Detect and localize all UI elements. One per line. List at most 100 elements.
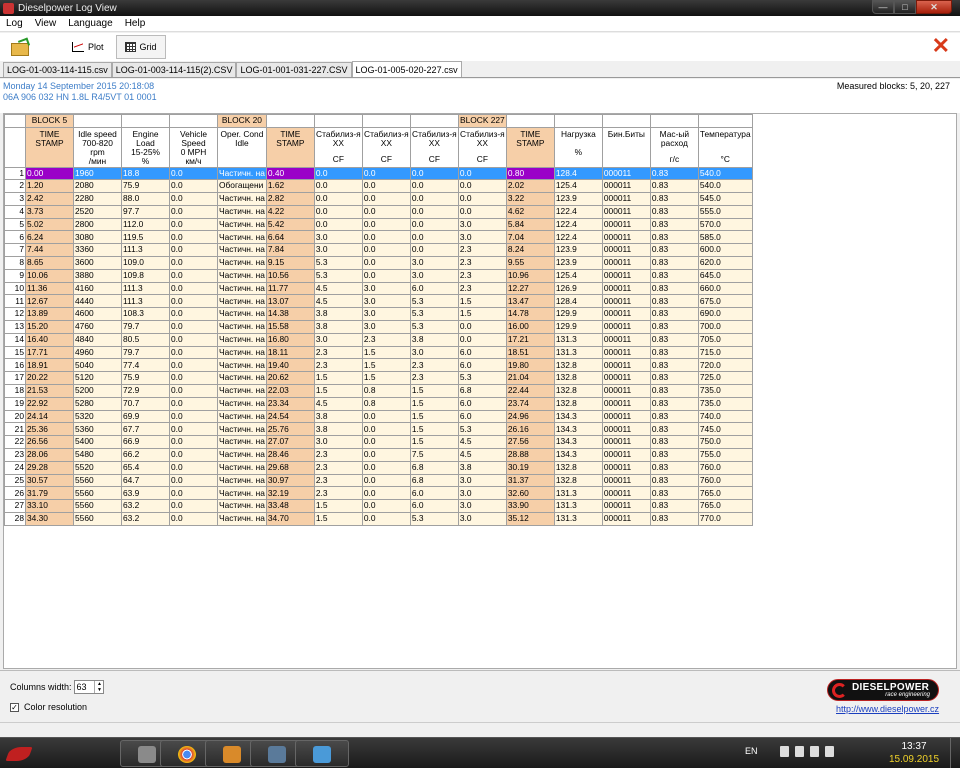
data-cell[interactable]: 1.5 [361,371,411,386]
row-number[interactable]: 12 [4,307,26,322]
data-cell[interactable]: 0.83 [649,179,699,194]
data-cell[interactable]: 000011 [601,345,651,360]
timestamp-cell[interactable]: 13.89 [25,307,74,322]
color-resolution-checkbox[interactable]: ✓ Color resolution [10,702,87,712]
timestamp-cell[interactable]: 29.28 [25,460,74,475]
data-cell[interactable]: 0.0 [409,243,459,258]
data-cell[interactable]: 125.4 [553,268,603,283]
data-cell[interactable]: 3.0 [361,281,411,296]
data-cell[interactable]: 3.8 [313,409,363,424]
column-header[interactable]: Vehicle Speed 0 MPH км/ч [169,126,218,168]
data-cell[interactable]: 0.0 [361,192,411,206]
data-cell[interactable]: 0.0 [457,320,507,334]
timestamp-cell[interactable]: 15.58 [265,320,315,334]
data-cell[interactable]: 131.3 [553,486,603,501]
data-cell[interactable]: 0.0 [169,371,218,386]
data-cell[interactable]: 67.7 [121,422,170,437]
tray-volume-icon[interactable] [825,746,834,757]
data-cell[interactable]: 000011 [601,230,651,245]
data-cell[interactable]: 0.0 [361,422,411,437]
column-header[interactable]: Стабилиз-я XX CF [457,126,507,168]
data-cell[interactable]: 2.3 [313,473,363,488]
data-cell[interactable]: 131.3 [553,512,603,526]
timestamp-cell[interactable]: 9.15 [265,256,315,270]
timestamp-cell[interactable]: 6.24 [25,230,74,245]
timestamp-cell[interactable]: 5.02 [25,217,74,232]
data-cell[interactable]: 6.0 [457,345,507,360]
data-cell[interactable]: 66.2 [121,448,170,462]
data-cell[interactable]: 2800 [73,217,122,232]
data-cell[interactable]: 5.3 [409,320,459,334]
data-cell[interactable]: 0.0 [313,204,363,219]
row-number[interactable]: 22 [4,435,26,450]
data-cell[interactable]: 000011 [601,268,651,283]
data-cell[interactable]: 0.0 [313,217,363,232]
data-cell[interactable]: 760.0 [697,473,753,488]
timestamp-cell[interactable]: 4.62 [505,204,555,219]
timestamp-cell[interactable]: 19.80 [505,358,555,373]
data-cell[interactable]: 000011 [601,204,651,219]
timestamp-cell[interactable]: 1.20 [25,179,74,194]
timestamp-cell[interactable]: 12.27 [505,281,555,296]
data-cell[interactable]: 000011 [601,384,651,398]
data-cell[interactable]: 2.3 [409,371,459,386]
data-cell[interactable]: 5120 [73,371,122,386]
data-cell[interactable]: 1.5 [409,384,459,398]
data-cell[interactable]: 80.5 [121,332,170,347]
data-cell[interactable]: 3.0 [457,499,507,514]
data-cell[interactable]: 0.0 [169,281,218,296]
table-row[interactable]: 22 26.56 5400 66.9 0.0 Частичн. на 27.07 3.0 0.0… [4,435,753,450]
data-cell[interactable]: 0.0 [457,192,507,206]
data-cell[interactable]: 3.0 [313,243,363,258]
row-number[interactable]: 7 [4,243,26,258]
timestamp-cell[interactable]: 28.46 [265,448,315,462]
data-cell[interactable]: 0.83 [649,422,699,437]
data-cell[interactable]: 119.5 [121,230,170,245]
column-header[interactable]: Стабилиз-я XX CF [409,126,459,168]
data-cell[interactable]: 6.0 [457,409,507,424]
data-cell[interactable]: 1.5 [313,371,363,386]
data-cell[interactable]: Частичн. на [217,409,267,424]
data-cell[interactable]: Частичн. на [217,512,267,526]
data-cell[interactable]: 5.3 [457,422,507,437]
table-row[interactable]: 13 15.20 4760 79.7 0.0 Частичн. на 15.58 3.8 3.0… [4,320,753,334]
data-cell[interactable]: 570.0 [697,217,753,232]
data-cell[interactable]: 1.5 [361,358,411,373]
data-cell[interactable]: 1.5 [409,396,459,411]
timestamp-cell[interactable]: 34.70 [265,512,315,526]
column-header[interactable]: Температура °C [697,126,753,168]
data-cell[interactable]: 4840 [73,332,122,347]
data-cell[interactable]: 0.83 [649,204,699,219]
data-cell[interactable]: Частичн. на [217,281,267,296]
table-row[interactable]: 3 2.42 2280 88.0 0.0 Частичн. на 2.82 0.0 0.0 0.0… [4,192,753,206]
timestamp-cell[interactable]: 17.71 [25,345,74,360]
timestamp-cell[interactable]: 28.88 [505,448,555,462]
timestamp-cell[interactable]: 17.21 [505,332,555,347]
data-cell[interactable]: 0.83 [649,499,699,514]
timestamp-cell[interactable]: 10.56 [265,268,315,283]
timestamp-cell[interactable]: 16.80 [265,332,315,347]
timestamp-cell[interactable]: 0.40 [265,166,315,181]
data-cell[interactable]: 0.0 [409,192,459,206]
data-cell[interactable]: 0.0 [409,179,459,194]
data-cell[interactable]: 63.2 [121,512,170,526]
data-cell[interactable]: 620.0 [697,256,753,270]
row-number[interactable]: 27 [4,499,26,514]
row-number[interactable]: 6 [4,230,26,245]
file-tab-active[interactable]: LOG-01-005-020-227.csv [351,61,462,77]
data-cell[interactable]: 0.0 [361,486,411,501]
data-cell[interactable]: 0.83 [649,371,699,386]
timestamp-cell[interactable]: 32.19 [265,486,315,501]
timestamp-cell[interactable]: 16.40 [25,332,74,347]
row-number[interactable]: 1 [4,166,26,181]
data-cell[interactable]: 5.3 [313,268,363,283]
row-number[interactable]: 13 [4,320,26,334]
timestamp-cell[interactable]: 12.67 [25,294,74,309]
timestamp-cell[interactable]: 25.76 [265,422,315,437]
data-cell[interactable]: 4160 [73,281,122,296]
data-cell[interactable]: 000011 [601,512,651,526]
table-row[interactable]: 18 21.53 5200 72.9 0.0 Частичн. на 22.03 1.5 0.8… [4,384,753,398]
timestamp-cell[interactable]: 18.91 [25,358,74,373]
data-cell[interactable]: 0.83 [649,243,699,258]
data-cell[interactable]: 0.0 [361,166,411,181]
